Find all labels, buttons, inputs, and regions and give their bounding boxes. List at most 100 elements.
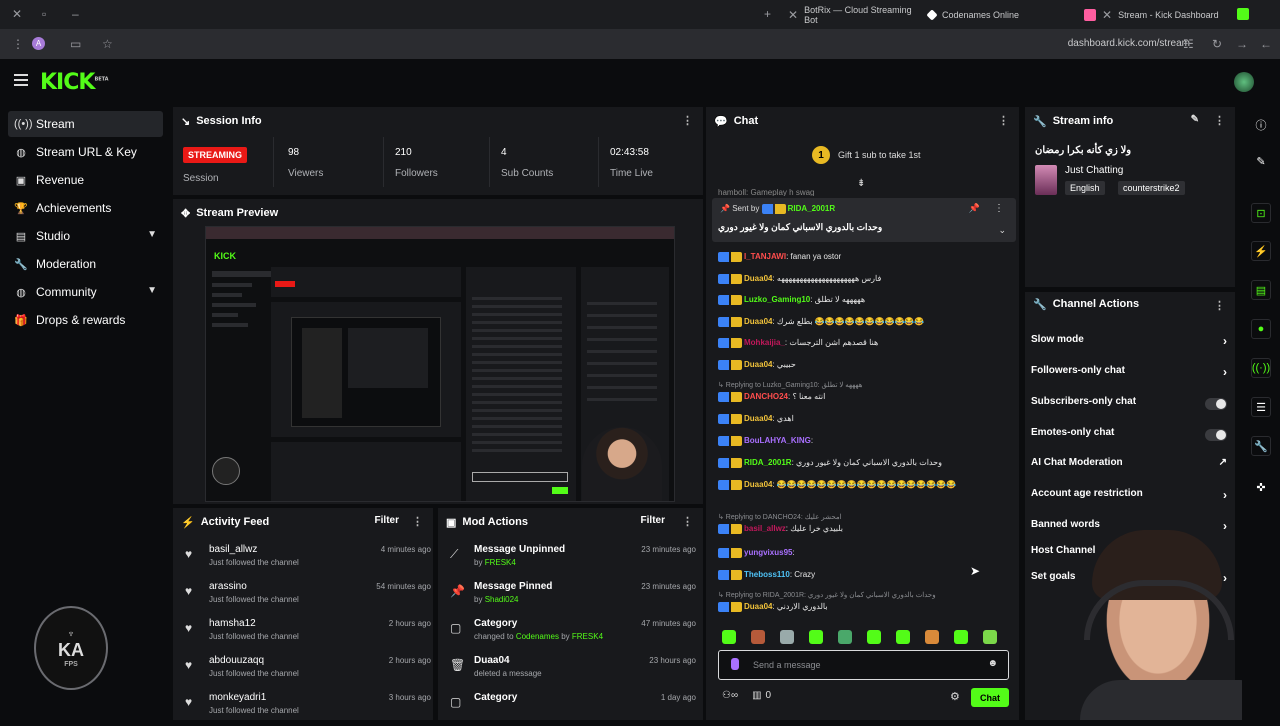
sidebar-item-stream-url-key[interactable]: ◍ Stream URL & Key xyxy=(8,139,163,165)
mod-action-category[interactable]: Codenames xyxy=(516,632,559,641)
chat-message[interactable]: BouLAHYA_KING: xyxy=(718,436,1008,446)
feed-username[interactable]: monkeyadri1 xyxy=(209,692,266,703)
send-chat-button[interactable]: Chat xyxy=(971,688,1009,707)
chat-username[interactable]: Mohkaijia_ xyxy=(744,338,785,347)
menu-dots-icon[interactable]: ⋮ xyxy=(12,37,24,51)
emoji-picker-icon[interactable] xyxy=(731,658,739,670)
account-age-row[interactable]: Account age restriction › xyxy=(1031,488,1227,508)
emote-icon[interactable] xyxy=(954,630,968,644)
chat-message[interactable]: Theboss110: Crazy xyxy=(718,570,1008,580)
chat-settings-gear-icon[interactable]: ⚙ xyxy=(950,690,960,703)
chevron-right-icon[interactable]: › xyxy=(1223,488,1227,502)
category-name[interactable]: Just Chatting xyxy=(1065,165,1123,176)
subscribers-only-toggle[interactable] xyxy=(1205,398,1227,410)
chevron-right-icon[interactable]: › xyxy=(1223,365,1227,379)
close-tab-icon[interactable]: ✕ xyxy=(788,8,798,22)
filter-button[interactable]: Filter xyxy=(641,515,665,526)
kebab-menu-icon[interactable]: ⋮ xyxy=(994,203,1004,214)
chat-message[interactable]: basil_allwz: بلبيدي خرا عليك xyxy=(718,524,1008,534)
chat-message[interactable]: Mohkaijia_: هنا قصدهم اشن الترجسات xyxy=(718,338,1008,348)
filter-button[interactable]: Filter xyxy=(375,515,399,526)
mod-action-user[interactable]: FRESK4 xyxy=(572,632,603,641)
chat-message-input[interactable]: Send a message ☻ xyxy=(718,650,1009,680)
chat-message[interactable]: RIDA_2001R: وحدات بالدوري الاسباني كمان … xyxy=(718,458,1008,468)
emote-icon[interactable] xyxy=(751,630,765,644)
sidebar-item-studio[interactable]: ▤ Studio ▼ xyxy=(8,223,163,249)
forward-icon[interactable]: → xyxy=(1236,37,1248,51)
emotes-only-row[interactable]: Emotes-only chat xyxy=(1031,427,1227,447)
kebab-menu-icon[interactable]: ⋮ xyxy=(1214,114,1225,127)
gift-sub-banner[interactable]: 1 Gift 1 sub to take 1st xyxy=(812,145,921,165)
url-text[interactable]: dashboard.kick.com/stream xyxy=(1068,38,1190,49)
chat-message[interactable]: Duaa04: بطلع شرك 😂😂😂😂😂😂😂😂😂😂😂 xyxy=(718,317,1008,327)
emote-icon[interactable] xyxy=(722,630,736,644)
wrench-icon[interactable]: 🔧 xyxy=(1251,436,1271,456)
chat-username[interactable]: Duaa04 xyxy=(744,317,772,326)
chat-reply-context[interactable]: ↳ Replying to DANCHO24: امحشر عليك xyxy=(718,513,1008,521)
close-tab-icon[interactable]: ✕ xyxy=(1102,8,1112,22)
site-settings-icon[interactable]: ☷ xyxy=(1183,37,1194,51)
chat-username[interactable]: Duaa04 xyxy=(744,414,772,423)
chat-message[interactable]: Luzko_Gaming10: هههههه لا تطلق xyxy=(718,295,1008,305)
pinned-message[interactable]: 📌 Sent by RIDA_2001R 📌 ⋮ وحدات بالدوري ا… xyxy=(712,198,1016,242)
slow-mode-row[interactable]: Slow mode › xyxy=(1031,334,1227,354)
chat-username[interactable]: Luzko_Gaming10 xyxy=(744,295,810,304)
chat-message[interactable]: Duaa04: بالدوري الاردني xyxy=(718,602,1008,612)
window-minimize-icon[interactable]: – xyxy=(72,7,79,21)
chat-message[interactable]: Duaa04: 😂😂😂😂😂😂😂😂😂😂😂😂😂😂😂😂😂😂 xyxy=(718,480,1008,490)
chat-username[interactable]: Duaa04 xyxy=(744,360,772,369)
mod-action-user[interactable]: FRESK4 xyxy=(485,558,516,567)
back-icon[interactable]: ← xyxy=(1260,37,1272,51)
layout-icon[interactable]: ☰ xyxy=(1251,397,1271,417)
edit-pencil-icon[interactable]: ✎ xyxy=(1191,114,1199,125)
chat-username[interactable]: BouLAHYA_KING xyxy=(744,436,811,445)
chat-username[interactable]: I_TANJAWI xyxy=(744,252,786,261)
chevron-right-icon[interactable]: › xyxy=(1223,334,1227,348)
bookmark-star-icon[interactable]: ☆ xyxy=(102,37,113,51)
chat-username[interactable]: DANCHO24 xyxy=(744,392,788,401)
kebab-menu-icon[interactable]: ⋮ xyxy=(412,515,423,528)
emote-icon[interactable] xyxy=(780,630,794,644)
sidebar-item-stream[interactable]: ((•)) Stream xyxy=(8,111,163,137)
chat-message[interactable]: I_TANJAWI: fanan ya ostor xyxy=(718,252,1008,262)
kebab-menu-icon[interactable]: ⋮ xyxy=(1214,299,1225,312)
feed-username[interactable]: hamsha12 xyxy=(209,618,256,629)
feed-username[interactable]: arassino xyxy=(209,581,247,592)
chat-username[interactable]: Duaa04 xyxy=(744,480,772,489)
external-link-icon[interactable]: ↗ xyxy=(1219,457,1227,468)
cast-icon[interactable]: ▭ xyxy=(70,37,81,51)
emote-icon[interactable] xyxy=(896,630,910,644)
users-icon[interactable]: ⚇∞ xyxy=(722,690,738,701)
document-icon[interactable]: ▤ xyxy=(1251,280,1271,300)
window-restore-icon[interactable]: ▫ xyxy=(42,7,46,21)
chat-username[interactable]: Duaa04 xyxy=(744,602,772,611)
chat-username[interactable]: yungvixus95 xyxy=(744,548,792,557)
mod-action-title[interactable]: Duaa04 xyxy=(474,655,510,666)
tab-codenames[interactable]: Codenames Online xyxy=(920,4,1070,26)
feed-username[interactable]: abdouuzaqq xyxy=(209,655,264,666)
chat-reply-context[interactable]: ↳ Replying to RIDA_2001R: وحدات بالدوري … xyxy=(718,591,1008,599)
chat-username[interactable]: RIDA_2001R xyxy=(744,458,792,467)
chat-reply-context[interactable]: ↳ Replying to Luzko_Gaming10: ههههه لا ت… xyxy=(718,381,1008,389)
kebab-menu-icon[interactable]: ⋮ xyxy=(998,114,1009,127)
new-tab-icon[interactable]: + xyxy=(764,7,771,21)
chat-username[interactable]: Duaa04 xyxy=(744,274,772,283)
subscribers-only-row[interactable]: Subscribers-only chat xyxy=(1031,396,1227,416)
emotes-only-toggle[interactable] xyxy=(1205,429,1227,441)
tab-botrix[interactable]: ✕ BotRix — Cloud Streaming Bot xyxy=(780,4,920,26)
tag-chip[interactable]: counterstrike2 xyxy=(1118,181,1185,195)
edit-pencil-icon[interactable]: ✎ xyxy=(1251,151,1271,171)
emote-icon[interactable] xyxy=(838,630,852,644)
sidebar-item-revenue[interactable]: ▣ Revenue xyxy=(8,167,163,193)
broadcast-icon[interactable]: ((·)) xyxy=(1251,358,1271,378)
avatar[interactable] xyxy=(1234,72,1254,92)
reload-icon[interactable]: ↻ xyxy=(1212,37,1222,51)
kebab-menu-icon[interactable]: ⋮ xyxy=(682,114,693,127)
info-icon[interactable]: ⓘ xyxy=(1251,115,1271,135)
tag-chip[interactable]: English xyxy=(1065,181,1105,195)
kick-logo[interactable]: KICKBETA xyxy=(40,70,109,95)
emote-icon[interactable] xyxy=(867,630,881,644)
mod-action-user[interactable]: Shadi024 xyxy=(485,595,519,604)
emote-icon[interactable] xyxy=(983,630,997,644)
pinned-user[interactable]: RIDA_2001R xyxy=(788,204,836,213)
